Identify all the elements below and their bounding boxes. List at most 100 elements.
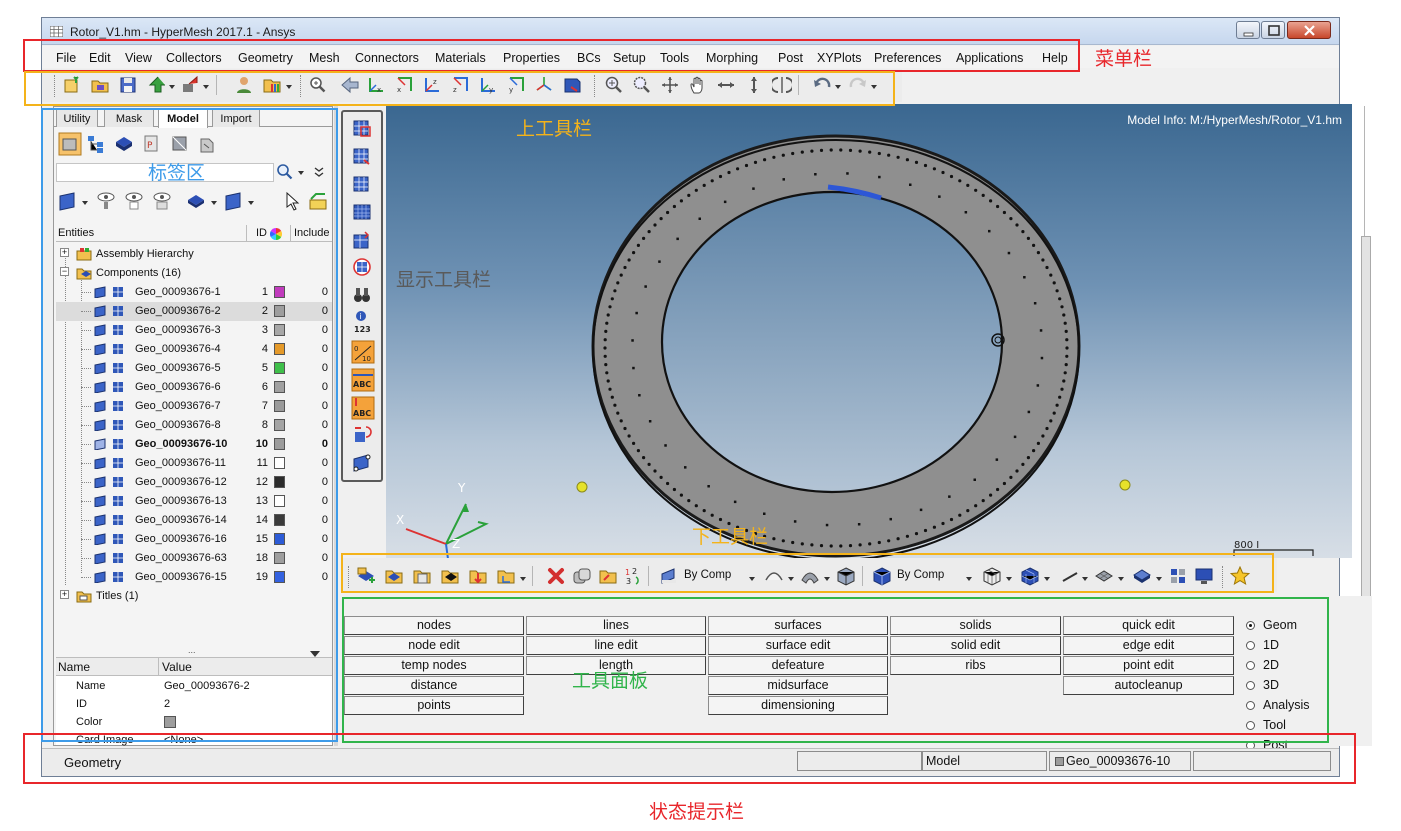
load-collector-icon[interactable] <box>468 566 488 586</box>
minimize-button[interactable] <box>1236 21 1260 39</box>
rotate-horizontal-icon[interactable] <box>716 75 736 95</box>
panel-button-line-edit[interactable]: line edit <box>526 636 706 655</box>
pointer-icon[interactable] <box>282 191 302 211</box>
menu-tools[interactable]: Tools <box>660 51 689 65</box>
panel-button-solids[interactable]: solids <box>890 616 1061 635</box>
undo-icon[interactable] <box>812 75 832 95</box>
column-id[interactable]: ID <box>256 227 267 239</box>
column-entities[interactable]: Entities <box>58 227 94 239</box>
table-row[interactable]: Geo_00093676-7 7 0 <box>56 397 332 416</box>
tree-item-assembly-hierarchy[interactable]: + Assembly Hierarchy <box>56 245 332 264</box>
panel-button-edge-edit[interactable]: edge edit <box>1063 636 1234 655</box>
scale-tag-icon[interactable]: 0 10 <box>351 340 375 364</box>
collector-dropdown-icon[interactable] <box>520 577 526 581</box>
graphics-viewport[interactable]: Model Info: M:/HyperMesh/Rotor_V1.hm Y X… <box>386 104 1352 558</box>
mesh-lines-icon[interactable] <box>352 202 372 222</box>
menu-post[interactable]: Post <box>778 51 803 65</box>
property-row-name[interactable]: Name Geo_00093676-2 <box>56 677 332 695</box>
tab-import[interactable]: Import <box>212 109 260 127</box>
zoom-in-icon[interactable] <box>604 75 624 95</box>
property-row-card-image[interactable]: Card Image <None> <box>56 731 332 749</box>
property-row-id[interactable]: ID 2 <box>56 695 332 713</box>
wireframe-display-icon[interactable] <box>352 146 372 166</box>
component-color-swatch[interactable] <box>274 343 285 355</box>
view-xz-bottom-icon[interactable]: z <box>450 75 470 95</box>
toolbar-grip[interactable] <box>1222 566 1225 588</box>
table-row[interactable]: Geo_00093676-5 5 0 <box>56 359 332 378</box>
page-option-geom[interactable]: Geom <box>1246 618 1297 632</box>
close-button[interactable] <box>1287 21 1331 39</box>
element-color-icon[interactable] <box>352 257 372 277</box>
chevron-down-icon[interactable] <box>312 165 326 179</box>
open-model-icon[interactable] <box>90 75 110 95</box>
tree-item-titles[interactable]: + Titles (1) <box>56 587 332 606</box>
export-dropdown-icon[interactable] <box>203 85 209 89</box>
browser-scrollbar[interactable] <box>334 106 338 746</box>
mesh-shaded-dropdown-icon[interactable] <box>1044 577 1050 581</box>
menu-help[interactable]: Help <box>1042 51 1068 65</box>
toolbar-grip[interactable] <box>300 75 303 97</box>
component-color-swatch[interactable] <box>274 305 285 317</box>
component-color-swatch[interactable] <box>274 571 285 583</box>
table-row[interactable]: Geo_00093676-10 10 0 <box>56 435 332 454</box>
table-row[interactable]: Geo_00093676-4 4 0 <box>56 340 332 359</box>
component-display-icon[interactable] <box>186 191 206 211</box>
delete-icon[interactable] <box>546 566 566 586</box>
menu-collectors[interactable]: Collectors <box>166 51 222 65</box>
plane-icon[interactable] <box>352 452 372 472</box>
material-view-icon[interactable] <box>170 134 190 154</box>
menu-file[interactable]: File <box>56 51 76 65</box>
1d-element-icon[interactable] <box>1060 566 1080 586</box>
tab-model[interactable]: Model <box>158 109 208 128</box>
table-row[interactable]: Geo_00093676-16 15 0 <box>56 530 332 549</box>
organize-icon[interactable] <box>572 566 592 586</box>
panel-button-autocleanup[interactable]: autocleanup <box>1063 676 1234 695</box>
monitor-icon[interactable] <box>1194 566 1214 586</box>
page-option-3d[interactable]: 3D <box>1246 678 1279 692</box>
surface-display-dropdown-icon[interactable] <box>824 577 830 581</box>
import-icon[interactable] <box>146 75 166 95</box>
component-color-swatch[interactable] <box>274 476 285 488</box>
table-row[interactable]: Geo_00093676-63 18 0 <box>56 549 332 568</box>
collector-create-icon[interactable] <box>356 566 376 586</box>
page-option-analysis[interactable]: Analysis <box>1246 698 1310 712</box>
search-dropdown-icon[interactable] <box>298 171 304 175</box>
favorites-star-icon[interactable] <box>1230 566 1250 586</box>
property-view-icon[interactable]: P <box>142 134 162 154</box>
component-color-swatch[interactable] <box>274 533 285 545</box>
mesh-wireframe-dropdown-icon[interactable] <box>1006 577 1012 581</box>
options-icon[interactable] <box>262 75 282 95</box>
grid-view-icon[interactable] <box>1168 566 1188 586</box>
numbering-icon[interactable]: i 123 <box>352 310 372 334</box>
table-row[interactable]: Geo_00093676-1 1 0 <box>56 283 332 302</box>
table-row[interactable]: Geo_00093676-15 19 0 <box>56 568 332 587</box>
element-display-icon[interactable] <box>352 230 372 250</box>
menu-morphing[interactable]: Morphing <box>706 51 758 65</box>
user-profile-icon[interactable] <box>234 75 254 95</box>
hand-drag-icon[interactable] <box>688 75 708 95</box>
browser-splitter[interactable]: ... <box>54 645 332 657</box>
component-color-swatch[interactable] <box>274 419 285 431</box>
component-color-swatch[interactable] <box>274 400 285 412</box>
menu-preferences[interactable]: Preferences <box>874 51 941 65</box>
entity-display-dropdown-icon[interactable] <box>82 201 88 205</box>
toolbar-grip[interactable] <box>54 75 57 97</box>
mesh-shaded-icon[interactable] <box>1020 566 1040 586</box>
tab-mask[interactable]: Mask <box>104 109 154 127</box>
datum-point[interactable] <box>1119 479 1131 491</box>
panel-button-surface-edit[interactable]: surface edit <box>708 636 888 655</box>
show-icon[interactable] <box>96 191 116 211</box>
panel-button-nodes[interactable]: nodes <box>344 616 524 635</box>
menu-applications[interactable]: Applications <box>956 51 1023 65</box>
2d-element-dropdown-icon[interactable] <box>1118 577 1124 581</box>
menu-materials[interactable]: Materials <box>435 51 486 65</box>
rotate-vertical-icon[interactable] <box>744 75 764 95</box>
menu-connectors[interactable]: Connectors <box>355 51 419 65</box>
mesh-color-icon[interactable] <box>872 566 892 586</box>
page-option-tool[interactable]: Tool <box>1246 718 1286 732</box>
redo-icon[interactable] <box>848 75 868 95</box>
table-row[interactable]: Geo_00093676-6 6 0 <box>56 378 332 397</box>
column-include[interactable]: Include <box>294 227 329 239</box>
rotor-model[interactable]: Y X Z 800 I <box>386 104 1352 558</box>
tab-utility[interactable]: Utility <box>56 109 98 127</box>
